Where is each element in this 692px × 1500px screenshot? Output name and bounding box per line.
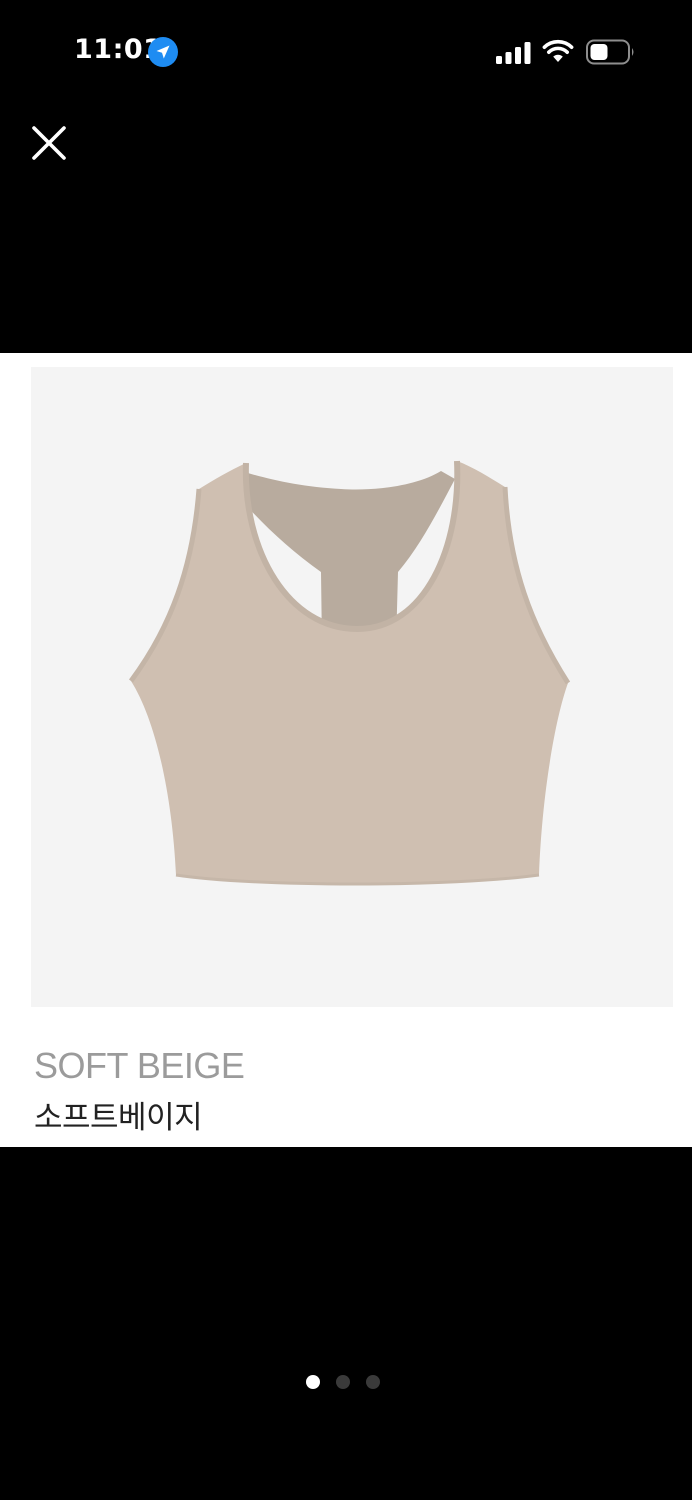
color-name-english: SOFT BEIGE — [34, 1045, 245, 1086]
location-arrow-icon — [148, 37, 178, 67]
product-image — [31, 367, 673, 1007]
sports-bra-image — [128, 460, 571, 886]
page-indicator — [306, 1375, 380, 1391]
cellular-signal-icon — [496, 42, 531, 64]
page-dot-2[interactable] — [336, 1375, 350, 1389]
battery-icon — [586, 39, 634, 65]
color-name-korean: 소프트베이지 — [34, 1100, 203, 1136]
product-color-card: SOFT BEIGE 소프트베이지 — [0, 353, 692, 1147]
close-icon[interactable] — [30, 124, 68, 162]
wifi-icon — [542, 39, 574, 62]
page-dot-1[interactable] — [306, 1375, 320, 1389]
status-bar: 11:01 — [0, 0, 692, 100]
page-dot-3[interactable] — [366, 1375, 380, 1389]
